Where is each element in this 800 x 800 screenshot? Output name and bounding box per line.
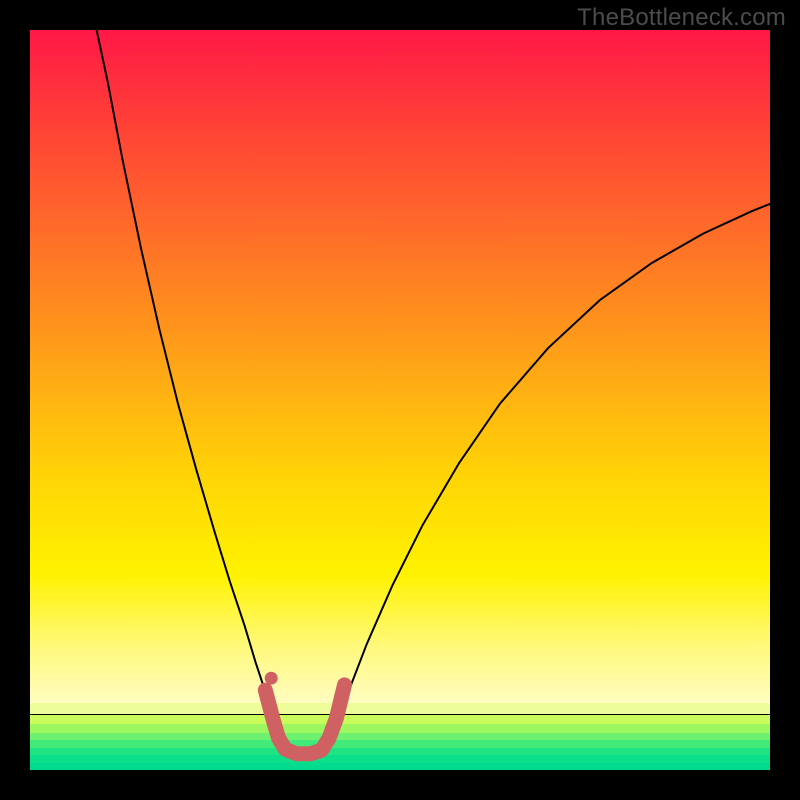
watermark-text: TheBottleneck.com bbox=[577, 4, 786, 32]
chart-stage: TheBottleneck.com bbox=[0, 0, 800, 800]
curve-overlay bbox=[30, 30, 770, 770]
trough-highlight-path bbox=[265, 685, 344, 754]
right-curve bbox=[337, 204, 770, 722]
left-curve bbox=[97, 30, 275, 722]
trough-highlight-dot bbox=[265, 672, 278, 685]
plot-area bbox=[30, 30, 770, 770]
